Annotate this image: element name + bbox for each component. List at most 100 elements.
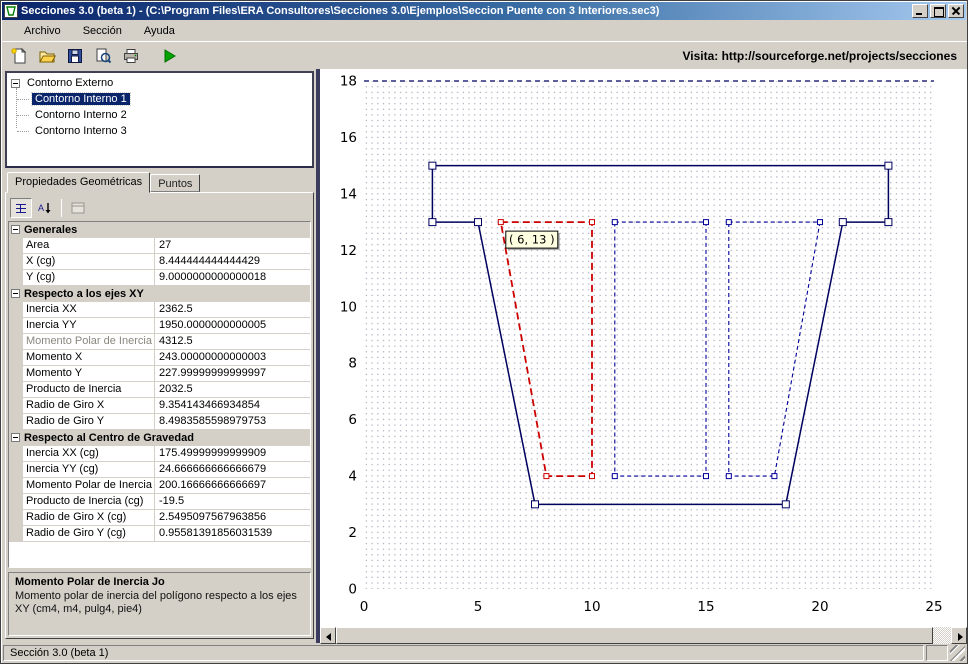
category-row-respecto-al-centro-de-gravedad[interactable]: Respecto al Centro de Gravedad bbox=[9, 430, 310, 446]
scrollbar-track[interactable] bbox=[336, 627, 951, 644]
property-value: 200.16666666666697 bbox=[155, 478, 310, 494]
property-row-inercia-yy[interactable]: Inercia YY 1950.0000000000005 bbox=[9, 318, 310, 334]
property-value: 2362.5 bbox=[155, 302, 310, 318]
chart-panel: 0 2 4 6 8 10 12 14 16 18 0 5 10 15 20 25 ( 6, 13 ) bbox=[320, 69, 967, 644]
tab-propiedades-geometricas[interactable]: Propiedades Geométricas bbox=[7, 172, 151, 193]
y-tick-label: 10 bbox=[340, 299, 357, 315]
tree-item-contorno-externo[interactable]: Contorno Externo bbox=[9, 75, 310, 91]
vertex-marker[interactable] bbox=[771, 473, 778, 480]
row-gutter bbox=[9, 238, 23, 254]
sort-az-icon: A bbox=[38, 203, 51, 214]
menu-archivo[interactable]: Archivo bbox=[15, 23, 70, 39]
tree-item-contorno-interno-3[interactable]: Contorno Interno 3 bbox=[9, 123, 310, 139]
property-row-producto-de-inercia-cg-[interactable]: Producto de Inercia (cg) -19.5 bbox=[9, 494, 310, 510]
property-row-momento-polar-de-inercia[interactable]: Momento Polar de Inercia 4312.5 bbox=[9, 334, 310, 350]
property-row-radio-de-giro-y[interactable]: Radio de Giro Y 8.4983585598979753 bbox=[9, 414, 310, 430]
property-label: Momento Polar de Inercia bbox=[23, 478, 155, 494]
category-collapse-icon[interactable] bbox=[11, 225, 20, 234]
new-button[interactable] bbox=[7, 44, 31, 68]
maximize-button[interactable] bbox=[930, 4, 946, 18]
category-row-generales[interactable]: Generales bbox=[9, 222, 310, 238]
property-row-radio-de-giro-x[interactable]: Radio de Giro X 9.354143466934854 bbox=[9, 398, 310, 414]
y-tick-label: 16 bbox=[340, 130, 357, 146]
tab-puntos[interactable]: Puntos bbox=[150, 174, 201, 192]
property-row-producto-de-inercia[interactable]: Producto de Inercia 2032.5 bbox=[9, 382, 310, 398]
vertex-marker[interactable] bbox=[428, 218, 437, 227]
property-label: Area bbox=[23, 238, 155, 254]
property-value: 243.00000000000003 bbox=[155, 350, 310, 366]
scroll-right-button[interactable] bbox=[951, 627, 967, 644]
app-window: Secciones 3.0 (beta 1) - (C:\Program Fil… bbox=[0, 0, 968, 664]
vertex-marker[interactable] bbox=[611, 473, 618, 480]
menu-ayuda[interactable]: Ayuda bbox=[135, 23, 184, 39]
property-row-area[interactable]: Area 27 bbox=[9, 238, 310, 254]
y-tick-label: 2 bbox=[348, 525, 357, 541]
property-label: Radio de Giro X bbox=[23, 398, 155, 414]
property-value: -19.5 bbox=[155, 494, 310, 510]
property-row-inercia-xx[interactable]: Inercia XX 2362.5 bbox=[9, 302, 310, 318]
vertex-marker[interactable] bbox=[589, 219, 595, 226]
vertex-marker[interactable] bbox=[817, 219, 823, 226]
vertex-marker[interactable] bbox=[543, 473, 550, 480]
vertex-marker[interactable] bbox=[428, 161, 437, 170]
vertex-marker[interactable] bbox=[531, 500, 539, 509]
menu-seccion[interactable]: Sección bbox=[74, 23, 131, 39]
save-button[interactable] bbox=[63, 44, 87, 68]
resize-grip-icon[interactable] bbox=[950, 645, 965, 661]
property-row-momento-x[interactable]: Momento X 243.00000000000003 bbox=[9, 350, 310, 366]
property-value: 4312.5 bbox=[155, 334, 310, 350]
title-bar[interactable]: Secciones 3.0 (beta 1) - (C:\Program Fil… bbox=[2, 2, 966, 20]
vertex-marker[interactable] bbox=[725, 473, 732, 480]
tree-item-contorno-interno-2[interactable]: Contorno Interno 2 bbox=[9, 107, 310, 123]
run-button[interactable] bbox=[157, 44, 181, 68]
property-row-x-cg-[interactable]: X (cg) 8.444444444444429 bbox=[9, 254, 310, 270]
categorized-view-button[interactable] bbox=[10, 198, 32, 218]
category-collapse-icon[interactable] bbox=[11, 289, 20, 298]
tree-item-contorno-interno-1[interactable]: Contorno Interno 1 bbox=[9, 91, 310, 107]
property-row-radio-de-giro-x-cg-[interactable]: Radio de Giro X (cg) 2.5495097567963856 bbox=[9, 510, 310, 526]
vertex-marker[interactable] bbox=[725, 219, 732, 226]
vertex-marker[interactable] bbox=[497, 219, 504, 226]
property-label: X (cg) bbox=[23, 254, 155, 270]
vertex-marker[interactable] bbox=[589, 473, 595, 480]
contour-tree[interactable]: Contorno Externo Contorno Interno 1 Contor… bbox=[5, 71, 314, 168]
close-button[interactable] bbox=[948, 4, 964, 18]
vertex-marker[interactable] bbox=[781, 500, 790, 509]
property-row-y-cg-[interactable]: Y (cg) 9.0000000000000018 bbox=[9, 270, 310, 286]
property-row-radio-de-giro-y-cg-[interactable]: Radio de Giro Y (cg) 0.95581391856031539 bbox=[9, 526, 310, 542]
property-pages-button[interactable] bbox=[67, 198, 89, 218]
category-row-respecto-a-los-ejes-xy[interactable]: Respecto a los ejes XY bbox=[9, 286, 310, 302]
vertex-marker[interactable] bbox=[703, 219, 709, 226]
alphabetical-sort-button[interactable]: A bbox=[34, 198, 56, 218]
minimize-button[interactable] bbox=[912, 4, 928, 18]
section-chart[interactable]: 0 2 4 6 8 10 12 14 16 18 0 5 10 15 20 25 ( 6, 13 ) bbox=[320, 69, 964, 627]
property-label: Momento X bbox=[23, 350, 155, 366]
print-button[interactable] bbox=[119, 44, 143, 68]
vertex-marker[interactable] bbox=[611, 219, 618, 226]
print-preview-button[interactable] bbox=[91, 44, 115, 68]
property-label: Inercia YY bbox=[23, 318, 155, 334]
scrollbar-thumb[interactable] bbox=[336, 627, 933, 644]
vertex-marker[interactable] bbox=[884, 218, 893, 227]
scroll-left-button[interactable] bbox=[320, 627, 336, 644]
category-collapse-icon[interactable] bbox=[11, 433, 20, 442]
printer-icon bbox=[124, 48, 138, 63]
tree-collapse-icon[interactable] bbox=[11, 78, 20, 88]
property-row-inercia-yy-cg-[interactable]: Inercia YY (cg) 24.666666666666679 bbox=[9, 462, 310, 478]
vertex-marker[interactable] bbox=[884, 161, 893, 170]
y-tick-label: 14 bbox=[340, 186, 357, 202]
category-label: Generales bbox=[24, 223, 78, 236]
status-text-panel: Sección 3.0 (beta 1) bbox=[3, 645, 924, 661]
row-gutter bbox=[9, 318, 23, 334]
vertex-marker[interactable] bbox=[838, 218, 847, 227]
open-button[interactable] bbox=[35, 44, 59, 68]
horizontal-scrollbar[interactable] bbox=[320, 627, 967, 644]
vertex-marker[interactable] bbox=[703, 473, 709, 480]
window-title: Secciones 3.0 (beta 1) - (C:\Program Fil… bbox=[21, 5, 660, 17]
app-icon bbox=[4, 4, 18, 18]
property-row-inercia-xx-cg-[interactable]: Inercia XX (cg) 175.49999999999909 bbox=[9, 446, 310, 462]
property-row-momento-y[interactable]: Momento Y 227.99999999999997 bbox=[9, 366, 310, 382]
vertex-marker[interactable] bbox=[474, 218, 482, 227]
property-row-momento-polar-de-inercia[interactable]: Momento Polar de Inercia 200.166666666666… bbox=[9, 478, 310, 494]
property-label: Momento Polar de Inercia bbox=[23, 334, 155, 350]
